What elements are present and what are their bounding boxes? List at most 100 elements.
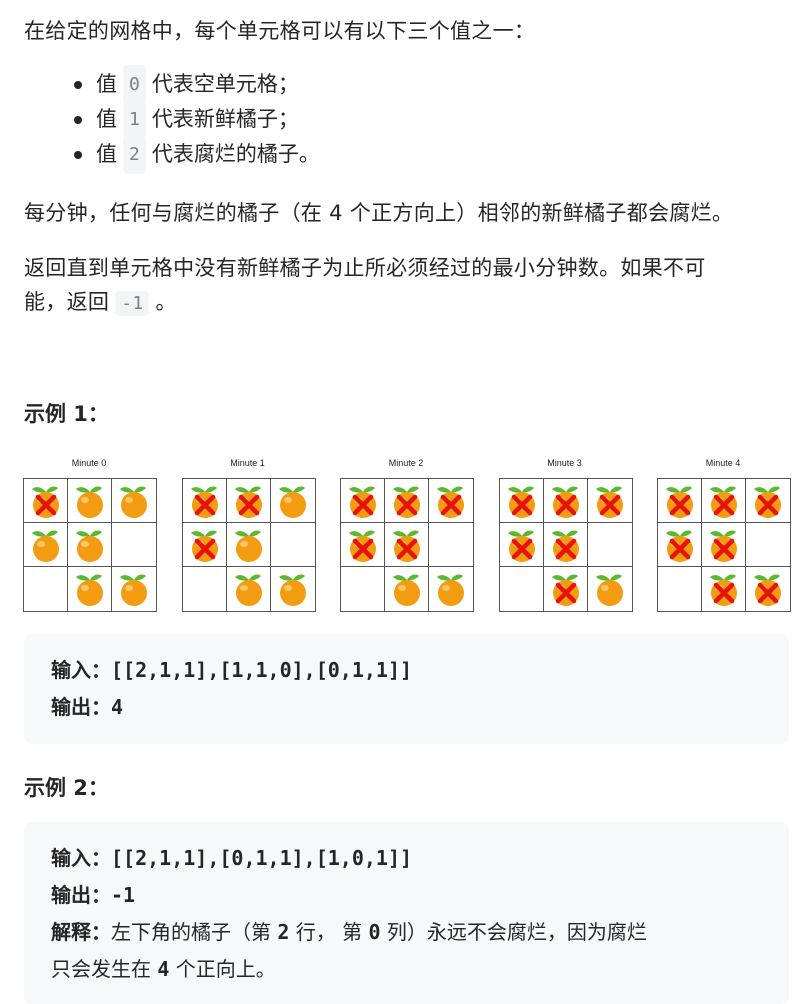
grid-cell-fresh (68, 523, 112, 567)
explain-text: 左下角的橘子（第 (111, 920, 278, 944)
explain-text: 只会发生在 (51, 957, 158, 981)
fresh-orange-icon (120, 574, 147, 606)
grid-cell-fresh (385, 567, 429, 611)
rotten-orange-icon (551, 486, 579, 518)
grid-cell-rotten (746, 567, 790, 611)
input-label: 输入： (51, 846, 111, 870)
rotten-orange-icon (754, 574, 781, 606)
grid-cell-fresh (68, 567, 112, 611)
bullet-prefix: 值 (96, 107, 117, 131)
panel-title: Minute 2 (388, 458, 424, 468)
grid-cell-rotten (24, 479, 68, 523)
grid-cell-rotten (658, 479, 702, 523)
grid-cell-fresh (429, 567, 473, 611)
panel-title: Minute 1 (230, 458, 265, 468)
grid-panel-minute-3: Minute 3 (498, 456, 633, 612)
grid-cell-rotten (702, 523, 746, 567)
question-line-2-end: 。 (155, 290, 177, 314)
grid-cell-rotten (385, 479, 429, 523)
grid-cell-rotten (341, 479, 385, 523)
rotten-orange-icon (32, 486, 59, 518)
example-1-input: 输入：[[2,1,1],[1,1,0],[0,1,1]] (51, 652, 789, 689)
rotten-orange-icon (551, 574, 579, 606)
output-label: 输出： (51, 883, 111, 907)
inline-code: -1 (115, 291, 150, 316)
panel-title: Minute 0 (71, 458, 107, 468)
explain-text: 行， 第 (289, 920, 369, 944)
fresh-orange-icon (76, 530, 103, 562)
rotten-orange-icon (666, 486, 693, 518)
grid-cell-fresh (226, 523, 271, 567)
rotten-orange-icon (190, 486, 218, 518)
input-value: [[2,1,1],[0,1,1],[1,0,1]] (111, 846, 413, 870)
rotten-orange-icon (595, 486, 623, 518)
question-text: 返回直到单元格中没有新鲜橘子为止所必须经过的最小分钟数。如果不可 能，返回 -1。 (24, 251, 706, 321)
orange-grid (657, 478, 791, 612)
explain-number: 4 (157, 957, 170, 981)
grid-cell-fresh (271, 567, 315, 611)
rotten-orange-icon (507, 486, 535, 518)
grid-cell-empty (183, 567, 227, 611)
bullet-prefix: 值 (96, 142, 117, 166)
grid-panel-minute-2: Minute 2 (340, 456, 474, 612)
grid-cell-rotten (499, 479, 544, 523)
grid-cell-rotten (702, 567, 746, 611)
grid-cell-rotten (499, 523, 544, 567)
example-2-codeblock: 输入：[[2,1,1],[0,1,1],[1,0,1]] 输出：-1 解释：左下… (24, 822, 789, 1004)
grid-cell-empty (24, 567, 68, 611)
grid-cell-fresh (270, 479, 315, 523)
grid-panel-minute-1: Minute 1 (181, 456, 316, 612)
grid-cell-fresh (68, 479, 112, 523)
example-1-output: 输出：4 (51, 689, 789, 726)
grid-cell-rotten (385, 523, 429, 567)
fresh-orange-icon (234, 574, 262, 606)
fresh-orange-icon (437, 574, 464, 606)
inline-code: 2 (123, 135, 146, 174)
orange-grid (23, 478, 157, 612)
example-1-heading: 示例 1： (24, 402, 109, 426)
rotten-orange-icon (710, 574, 737, 606)
question-line-1: 返回直到单元格中没有新鲜橘子为止所必须经过的最小分钟数。如果不可 (24, 256, 706, 280)
question-line-2: 能，返回 (24, 290, 110, 314)
inline-code: 0 (123, 65, 146, 104)
explain-text: 个正向上。 (169, 957, 276, 981)
bullet-prefix: 值 (96, 72, 117, 96)
example-2-heading: 示例 2： (24, 776, 109, 800)
example-2-explanation: 解释：左下角的橘子（第 2 行， 第 0 列）永远不会腐烂，因为腐烂 (51, 914, 789, 951)
grid-cell-fresh (112, 479, 156, 523)
grid-cell-rotten (702, 479, 746, 523)
grid-cell-empty (500, 567, 544, 611)
grid-panel-minute-4: Minute 4 (657, 456, 791, 612)
rotten-orange-icon (393, 530, 420, 562)
input-label: 输入： (51, 658, 111, 682)
orange-grid (498, 478, 633, 612)
rotten-orange-icon (349, 486, 376, 518)
explain-label: 解释： (51, 920, 111, 944)
grid-cell-empty (658, 567, 702, 611)
list-item: 值 1 代表新鲜橘子； (70, 100, 320, 139)
fresh-orange-icon (76, 486, 103, 518)
fresh-orange-icon (278, 574, 306, 606)
intro-text: 在给定的网格中，每个单元格可以有以下三个值之一： (24, 19, 536, 43)
list-item: 值 2 代表腐烂的橘子。 (70, 135, 320, 174)
rule-text: 每分钟，任何与腐烂的橘子（在 4 个正方向上）相邻的新鲜橘子都会腐烂。 (24, 201, 734, 225)
grid-cell-rotten (543, 523, 588, 567)
example-2-output: 输出：-1 (51, 877, 789, 914)
fresh-orange-icon (234, 530, 262, 562)
explain-number: 2 (277, 920, 290, 944)
grid-cell-rotten (544, 567, 588, 611)
rotting-oranges-figure: Minute 0 Minute 1 Minute 2 Minute 3 Minute 4 (23, 456, 791, 616)
rotten-orange-icon (190, 530, 218, 562)
rotten-orange-icon (754, 486, 781, 518)
bullet-dot (74, 115, 82, 124)
inline-code: 1 (123, 100, 146, 139)
value-legend-list: 值 0 代表空单元格； 值 1 代表新鲜橘子； 值 2 代表腐烂的橘子。 (70, 65, 320, 174)
rotten-orange-icon (710, 486, 737, 518)
grid-cell-rotten (182, 523, 227, 567)
grid-cell-fresh (112, 567, 156, 611)
orange-grid (181, 478, 316, 612)
output-value: -1 (111, 883, 136, 907)
grid-cell-empty (341, 567, 385, 611)
grid-cell-empty (746, 523, 790, 567)
grid-panel-minute-0: Minute 0 (23, 456, 157, 612)
